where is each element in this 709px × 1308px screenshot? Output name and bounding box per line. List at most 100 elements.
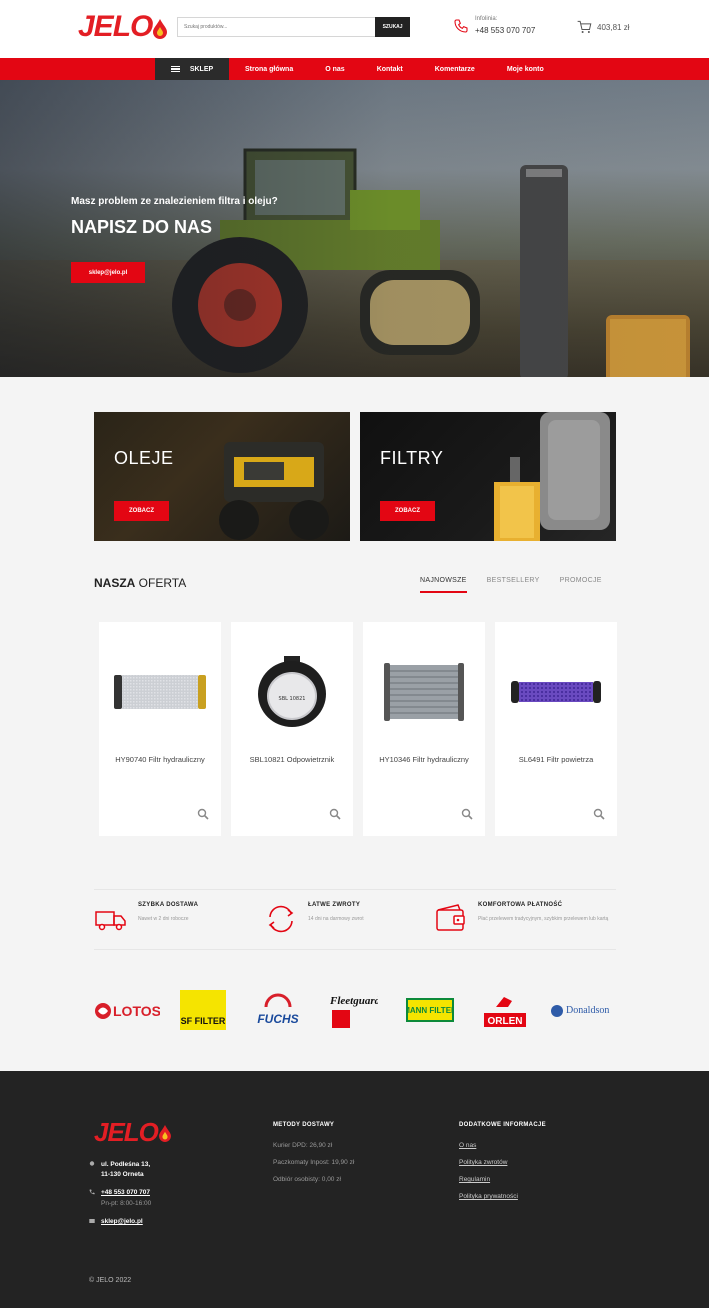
product-image[interactable] bbox=[373, 644, 475, 740]
zoom-icon[interactable] bbox=[197, 808, 209, 820]
search-input[interactable] bbox=[177, 17, 376, 37]
offer-title-rest: OFERTA bbox=[135, 576, 187, 590]
footer-link-terms[interactable]: Regulamin bbox=[459, 1176, 546, 1183]
footer-link-privacy[interactable]: Polityka prywatności bbox=[459, 1193, 546, 1200]
footer-logo[interactable]: JELO bbox=[94, 1119, 171, 1145]
flame-icon bbox=[158, 1125, 171, 1142]
offer-title: NASZA OFERTA bbox=[94, 576, 186, 590]
category-button-filters[interactable]: ZOBACZ bbox=[380, 501, 435, 521]
feature-item: KOMFORTOWA PŁATNOŚĆ Płać przelewem trady… bbox=[434, 902, 618, 936]
product-card[interactable]: SL6491 Filtr powietrza bbox=[495, 622, 617, 836]
product-name[interactable]: HY10346 Filtr hydrauliczny bbox=[363, 755, 485, 764]
category-button-oils[interactable]: ZOBACZ bbox=[114, 501, 169, 521]
main-nav: SKLEP Strona główna O nas Kontakt Koment… bbox=[0, 58, 709, 80]
product-image[interactable] bbox=[109, 644, 211, 740]
flame-icon bbox=[153, 19, 168, 39]
product-card[interactable]: HY10346 Filtr hydrauliczny bbox=[363, 622, 485, 836]
footer-contact: ul. Podleśna 13, 11-130 Orneta +48 553 0… bbox=[89, 1160, 151, 1235]
refresh-icon bbox=[268, 905, 294, 933]
footer-link-about[interactable]: O nas bbox=[459, 1142, 546, 1149]
shop-menu-label: SKLEP bbox=[189, 65, 214, 73]
zoom-icon[interactable] bbox=[329, 808, 341, 820]
phone-icon bbox=[454, 19, 468, 33]
phone-icon bbox=[89, 1189, 95, 1195]
brands-row: LOTOS SF FILTER FUCHS Fleetguard MANN FI… bbox=[94, 990, 616, 1032]
brand-logo-fleetguard[interactable]: Fleetguard bbox=[330, 992, 378, 1030]
brand-text: MANN FILTER bbox=[406, 1006, 454, 1015]
logo[interactable]: JELO bbox=[78, 10, 168, 43]
category-title-filters: FILTRY bbox=[380, 448, 444, 468]
zoom-icon[interactable] bbox=[461, 808, 473, 820]
nav-link-contact[interactable]: Kontakt bbox=[361, 66, 419, 73]
footer-delivery-title: METODY DOSTAWY bbox=[273, 1122, 335, 1128]
product-card[interactable]: SBL 10821 SBL10821 Odpowietrznik bbox=[231, 622, 353, 836]
truck-icon bbox=[95, 911, 126, 931]
footer-phone[interactable]: +48 553 070 707 bbox=[101, 1188, 150, 1198]
brand-text: SF FILTER bbox=[181, 1016, 226, 1026]
brand-text: Fleetguard bbox=[330, 995, 378, 1007]
nav-link-comments[interactable]: Komentarze bbox=[419, 66, 491, 73]
feature-desc: 14 dni na darmowy zwrot bbox=[308, 916, 364, 922]
hotline-label: Infolinia: bbox=[475, 16, 498, 22]
brand-text: ORLEN bbox=[488, 1016, 523, 1027]
nav-link-about[interactable]: O nas bbox=[309, 66, 360, 73]
footer-info-title: DODATKOWE INFORMACJE bbox=[459, 1122, 546, 1128]
footer-delivery-item: Odbiór osobisty: 0,00 zł bbox=[273, 1176, 341, 1183]
cart[interactable]: 403,81 zł bbox=[577, 20, 629, 34]
feature-item: ŁATWE ZWROTY 14 dni na darmowy zwrot bbox=[264, 902, 448, 936]
mail-icon bbox=[89, 1219, 95, 1223]
logo-text: JELO bbox=[78, 10, 153, 43]
feature-title: KOMFORTOWA PŁATNOŚĆ bbox=[478, 902, 563, 908]
wallet-icon bbox=[436, 904, 465, 931]
tab-bestsellers[interactable]: BESTSELLERY bbox=[487, 577, 540, 593]
shop-menu-button[interactable]: SKLEP bbox=[155, 58, 229, 80]
footer-link-returns[interactable]: Polityka zwrotów bbox=[459, 1159, 546, 1166]
category-banner-oils[interactable]: OLEJE ZOBACZ bbox=[94, 412, 350, 541]
footer-address-line1: ul. Podleśna 13, bbox=[101, 1161, 151, 1168]
brand-logo-sf-filter[interactable]: SF FILTER bbox=[180, 990, 226, 1030]
product-image[interactable] bbox=[505, 644, 607, 740]
feature-item: SZYBKA DOSTAWA Nawet w 2 dni robocze bbox=[94, 902, 278, 936]
zoom-icon[interactable] bbox=[593, 808, 605, 820]
hamburger-icon bbox=[170, 65, 180, 73]
brand-text: LOTOS bbox=[113, 1003, 160, 1019]
product-name[interactable]: SL6491 Filtr powietrza bbox=[495, 755, 617, 764]
product-card[interactable]: HY90740 Filtr hydrauliczny bbox=[99, 622, 221, 836]
brand-text: Donaldson bbox=[566, 1005, 609, 1016]
footer-delivery-item: Paczkomaty Inpost: 19,90 zł bbox=[273, 1159, 355, 1166]
brand-logo-donaldson[interactable]: Donaldson bbox=[550, 1000, 616, 1022]
offer-title-bold: NASZA bbox=[94, 576, 136, 590]
header: JELO SZUKAJ Infolinia: +48 553 070 707 4… bbox=[0, 0, 709, 58]
tab-newest[interactable]: NAJNOWSZE bbox=[420, 577, 467, 593]
cart-amount: 403,81 zł bbox=[597, 22, 630, 32]
tab-promotions[interactable]: PROMOCJE bbox=[560, 577, 602, 593]
location-icon bbox=[89, 1161, 95, 1166]
product-image[interactable]: SBL 10821 bbox=[241, 644, 343, 740]
features-strip: SZYBKA DOSTAWA Nawet w 2 dni robocze ŁAT… bbox=[94, 889, 616, 950]
nav-link-account[interactable]: Moje konto bbox=[491, 66, 560, 73]
brand-logo-mann-filter[interactable]: MANN FILTER bbox=[406, 998, 454, 1022]
footer-email[interactable]: sklep@jelo.pl bbox=[101, 1217, 143, 1227]
category-title-oils: OLEJE bbox=[114, 448, 174, 468]
feature-desc: Nawet w 2 dni robocze bbox=[138, 916, 189, 922]
footer-address-line2: 11-130 Orneta bbox=[101, 1171, 144, 1178]
footer-delivery: METODY DOSTAWY Kurier DPD: 26,90 zł Pacz… bbox=[273, 1122, 354, 1193]
footer-copyright: © JELO 2022 bbox=[89, 1277, 132, 1284]
brand-text: FUCHS bbox=[257, 1012, 298, 1026]
category-banner-filters[interactable]: FILTRY ZOBACZ bbox=[360, 412, 616, 541]
product-name[interactable]: HY90740 Filtr hydrauliczny bbox=[99, 755, 221, 764]
hero-email-button[interactable]: sklep@jelo.pl bbox=[71, 262, 145, 283]
footer-info: DODATKOWE INFORMACJE O nas Polityka zwro… bbox=[459, 1122, 546, 1210]
product-name[interactable]: SBL10821 Odpowietrznik bbox=[231, 755, 353, 764]
nav-link-home[interactable]: Strona główna bbox=[229, 66, 309, 73]
search-button[interactable]: SZUKAJ bbox=[375, 17, 410, 37]
hero-title: NAPISZ DO NAS bbox=[71, 217, 213, 237]
brand-logo-orlen[interactable]: ORLEN bbox=[482, 993, 528, 1029]
feature-desc: Płać przelewem tradycyjnym, szybkim prze… bbox=[478, 916, 609, 922]
hotline[interactable]: Infolinia: +48 553 070 707 bbox=[453, 16, 535, 35]
search-bar: SZUKAJ bbox=[177, 17, 410, 37]
footer-logo-text: JELO bbox=[94, 1117, 159, 1147]
brand-logo-lotos[interactable]: LOTOS bbox=[94, 1000, 160, 1022]
hotline-number[interactable]: +48 553 070 707 bbox=[475, 26, 535, 35]
brand-logo-fuchs[interactable]: FUCHS bbox=[254, 993, 302, 1027]
